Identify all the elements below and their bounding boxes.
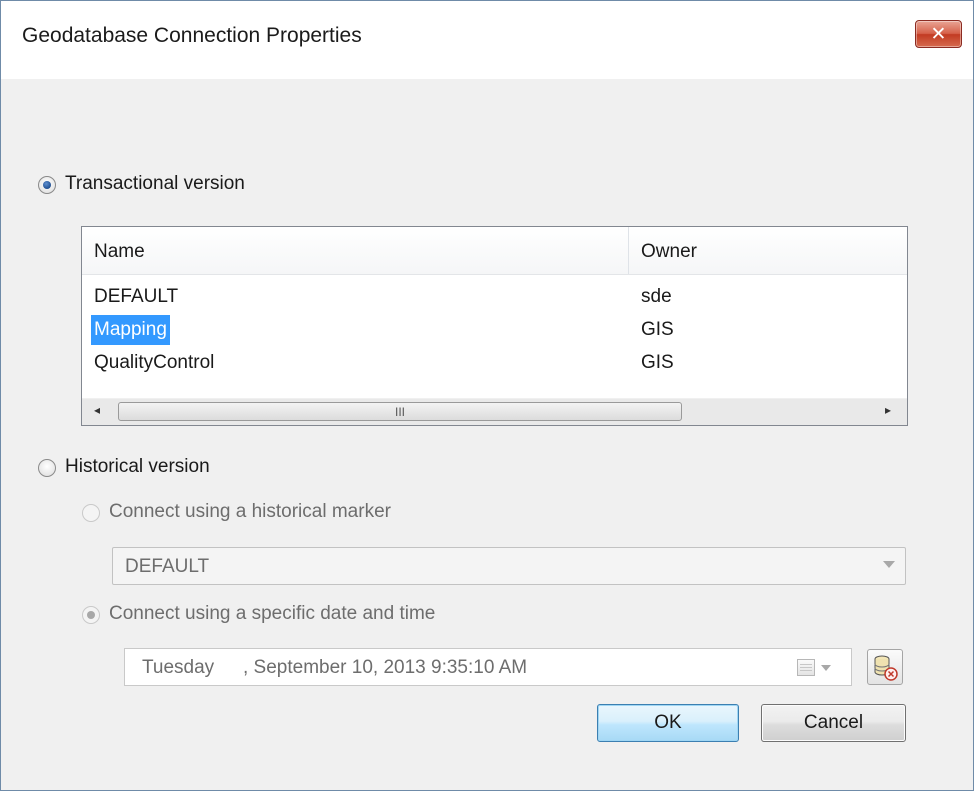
- transactional-version-radio[interactable]: [38, 176, 56, 194]
- grip-icon: III: [394, 404, 405, 419]
- column-divider[interactable]: [628, 227, 629, 274]
- column-header-owner[interactable]: Owner: [641, 241, 697, 263]
- title-bar: Geodatabase Connection Properties ✕: [1, 1, 973, 79]
- historical-marker-label[interactable]: Connect using a historical marker: [109, 501, 391, 523]
- scroll-left-icon[interactable]: ◂: [94, 403, 100, 417]
- historical-marker-radio[interactable]: [82, 504, 100, 522]
- list-row-qualitycontrol[interactable]: QualityControl GIS: [82, 347, 907, 380]
- cancel-button[interactable]: Cancel: [761, 704, 906, 742]
- row-owner: sde: [641, 286, 672, 307]
- specific-datetime-label[interactable]: Connect using a specific date and time: [109, 603, 435, 625]
- close-icon: ✕: [930, 23, 947, 45]
- column-header-name[interactable]: Name: [94, 241, 145, 263]
- scroll-right-icon[interactable]: ▸: [885, 403, 891, 417]
- list-header: Name Owner: [82, 227, 907, 275]
- window-title: Geodatabase Connection Properties: [22, 24, 362, 47]
- historical-version-label[interactable]: Historical version: [65, 456, 210, 478]
- dropdown-value: DEFAULT: [125, 556, 210, 577]
- calendar-icon[interactable]: [797, 659, 815, 676]
- historical-marker-dropdown[interactable]: DEFAULT: [112, 547, 906, 585]
- historical-version-radio[interactable]: [38, 459, 56, 477]
- row-name: DEFAULT: [94, 286, 179, 307]
- chevron-down-icon[interactable]: [821, 665, 831, 671]
- close-button[interactable]: ✕: [915, 20, 962, 48]
- horizontal-scrollbar[interactable]: ◂ III ▸: [82, 398, 907, 425]
- datetime-picker[interactable]: Tuesday , September 10, 2013 9:35:10 AM: [124, 648, 852, 686]
- database-refresh-button[interactable]: [867, 649, 903, 685]
- row-name: QualityControl: [94, 352, 215, 373]
- row-owner: GIS: [641, 319, 674, 340]
- database-icon: [874, 655, 898, 681]
- chevron-down-icon: [883, 561, 895, 568]
- list-row-mapping[interactable]: Mapping GIS: [82, 314, 907, 347]
- scroll-thumb[interactable]: III: [118, 402, 682, 421]
- versions-list[interactable]: Name Owner DEFAULT sde Mapping GIS Quali…: [81, 226, 908, 426]
- datetime-day[interactable]: Tuesday: [142, 657, 214, 679]
- row-owner: GIS: [641, 352, 674, 373]
- row-name: Mapping: [91, 315, 170, 345]
- specific-datetime-radio[interactable]: [82, 606, 100, 624]
- datetime-value[interactable]: , September 10, 2013 9:35:10 AM: [243, 657, 527, 679]
- ok-button[interactable]: OK: [597, 704, 739, 742]
- list-row-default[interactable]: DEFAULT sde: [82, 281, 907, 314]
- transactional-version-label[interactable]: Transactional version: [65, 173, 245, 195]
